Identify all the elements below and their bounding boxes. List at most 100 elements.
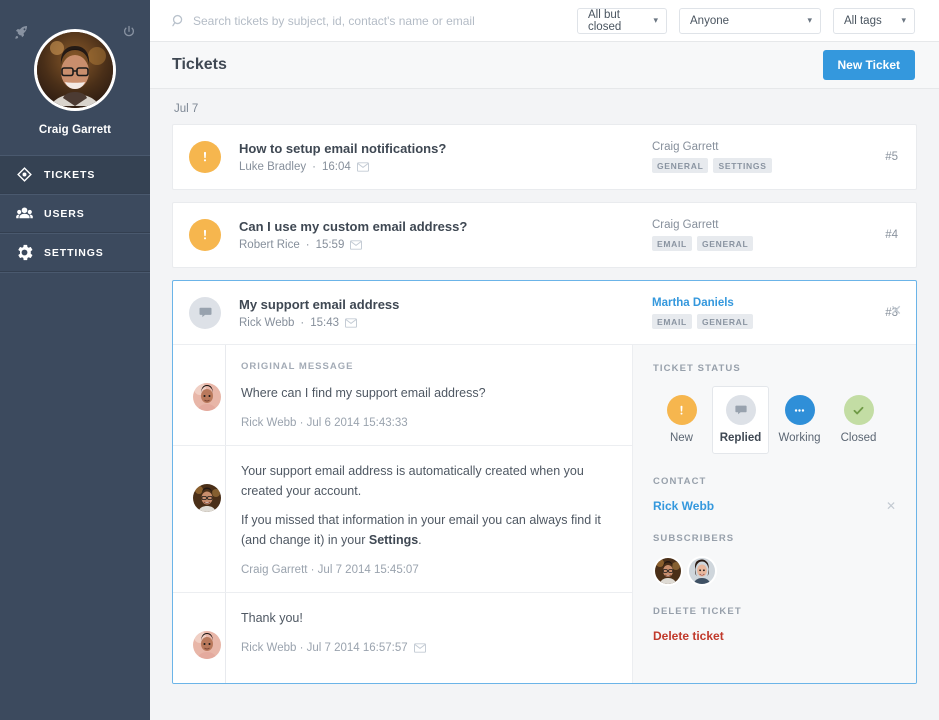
- ticket-main: How to setup email notifications? Luke B…: [239, 141, 652, 173]
- ellipsis-icon: [784, 395, 815, 425]
- ticket-assignee-cell: Craig Garrett EMAIL GENERAL: [652, 219, 852, 251]
- date-group-label: Jul 7: [174, 103, 199, 115]
- sidebar-item-users[interactable]: USERS: [0, 194, 150, 233]
- ticket-time: 15:59: [315, 239, 345, 251]
- ticket-author-time: Luke Bradley: [239, 161, 307, 173]
- ticket-subject[interactable]: How to setup email notifications?: [239, 141, 652, 156]
- status-filter-select[interactable]: All but closed ▾: [577, 7, 667, 34]
- status-option-closed[interactable]: Closed: [830, 386, 887, 454]
- status-option-working[interactable]: Working: [771, 386, 828, 454]
- ticket-main: Can I use my custom email address? Rober…: [239, 219, 652, 251]
- search-icon: [172, 14, 185, 27]
- page-title: Tickets: [172, 56, 227, 73]
- avatar[interactable]: [687, 556, 717, 586]
- table-row[interactable]: Can I use my custom email address? Rober…: [172, 202, 917, 268]
- close-icon[interactable]: ✕: [886, 499, 896, 513]
- list-item: Thank you! Rick Webb · Jul 7 2014 16:57:…: [173, 593, 632, 677]
- contact-label: CONTACT: [653, 476, 707, 487]
- ticket-time: 15:43: [310, 316, 340, 329]
- assignee-filter-value: Anyone: [690, 14, 730, 27]
- assignee-filter-select[interactable]: Anyone ▾: [679, 7, 821, 34]
- status-option-replied[interactable]: Replied: [712, 386, 769, 454]
- contact-section: CONTACT Rick Webb ✕: [653, 476, 896, 513]
- avatar[interactable]: [653, 556, 683, 586]
- ticket-assignee: Craig Garrett: [652, 141, 719, 153]
- tag[interactable]: GENERAL: [652, 158, 709, 173]
- speech-bubble-icon: [189, 296, 221, 329]
- sidebar: Craig Garrett TICKETS USERS SETTINGS: [0, 0, 150, 720]
- top-toolbar: All but closed ▾ Anyone ▾ All tags ▾: [150, 0, 939, 42]
- expanded-ticket-header[interactable]: My support email address Rick Webb · 15:…: [173, 281, 916, 345]
- exclamation-icon: [666, 395, 697, 425]
- delete-ticket-label: DELETE TICKET: [653, 606, 742, 617]
- ticket-assignee: Craig Garrett: [652, 219, 719, 231]
- ticket-time: 16:04: [321, 161, 351, 173]
- tag[interactable]: EMAIL: [652, 236, 692, 251]
- ticket-detail-panel: TICKET STATUS New Replied Working Closed…: [632, 345, 916, 683]
- tag[interactable]: EMAIL: [652, 313, 692, 329]
- gear-icon: [16, 244, 33, 261]
- search-box: [172, 13, 577, 28]
- envelope-icon: [345, 317, 357, 328]
- ticket-assignee[interactable]: Martha Daniels: [652, 297, 852, 309]
- settings-emphasis: Settings: [368, 532, 419, 547]
- ticket-main: My support email address Rick Webb · 15:…: [239, 297, 652, 329]
- ticket-author: Robert Rice: [239, 239, 300, 251]
- expanded-ticket-body: ORIGINAL MESSAGE Where can I find my sup…: [173, 345, 916, 683]
- sidebar-item-settings[interactable]: SETTINGS: [0, 233, 150, 272]
- status-option-new[interactable]: New: [653, 386, 710, 454]
- power-icon[interactable]: [121, 24, 137, 40]
- ticket-meta: Rick Webb · 15:43: [239, 317, 652, 329]
- check-icon: [843, 395, 874, 425]
- message-text-2: If you missed that information in your e…: [241, 511, 614, 550]
- rocket-icon[interactable]: [13, 24, 29, 40]
- new-ticket-button[interactable]: New Ticket: [822, 50, 915, 80]
- close-icon[interactable]: ✕: [890, 303, 902, 317]
- subscribers-section: SUBSCRIBERS: [653, 533, 896, 586]
- delete-ticket-button[interactable]: Delete ticket: [653, 629, 896, 643]
- ticket-assignee-cell: Martha Daniels EMAIL GENERAL: [652, 297, 852, 329]
- ticket-tags: GENERAL SETTINGS: [652, 158, 852, 173]
- filter-group: All but closed ▾ Anyone ▾ All tags ▾: [577, 7, 915, 34]
- ticket-subject[interactable]: My support email address: [239, 297, 652, 312]
- message-body: Your support email address is automatica…: [241, 462, 614, 576]
- rick-webb-avatar-image: [193, 630, 221, 659]
- app-root: Craig Garrett TICKETS USERS SETTINGS Sea…: [0, 0, 939, 720]
- chevron-down-icon: ▾: [807, 15, 812, 25]
- message-text: Where can I find my support email addres…: [241, 386, 486, 400]
- sidebar-item-tickets[interactable]: TICKETS: [0, 155, 150, 194]
- search-input[interactable]: [193, 13, 577, 28]
- message-author-date: Rick Webb · Jul 7 2014 16:57:57: [241, 642, 408, 655]
- message-label: ORIGINAL MESSAGE: [241, 361, 354, 372]
- status-label: Replied: [719, 432, 762, 444]
- avatar: [191, 381, 223, 413]
- ticket-subject[interactable]: Can I use my custom email address?: [239, 219, 652, 234]
- sidebar-filler: [0, 272, 150, 720]
- avatar: [191, 628, 223, 661]
- ticket-author: Rick Webb: [239, 316, 295, 329]
- message-avatar-column: [173, 361, 241, 429]
- message-body: ORIGINAL MESSAGE Where can I find my sup…: [241, 361, 614, 429]
- tag[interactable]: SETTINGS: [713, 158, 772, 173]
- sidebar-profile: Craig Garrett: [0, 0, 150, 155]
- meta-separator: ·: [305, 239, 310, 251]
- contact-row: Rick Webb ✕: [653, 499, 896, 513]
- avatar: [191, 482, 223, 515]
- speech-bubble-icon: [725, 395, 756, 425]
- table-row[interactable]: How to setup email notifications? Luke B…: [172, 124, 917, 190]
- envelope-icon: [413, 643, 426, 653]
- sidebar-item-label: SETTINGS: [44, 246, 104, 259]
- ticket-icon: [16, 166, 33, 183]
- tag[interactable]: GENERAL: [696, 313, 754, 329]
- tags-filter-select[interactable]: All tags ▾: [833, 7, 915, 34]
- meta-separator: ·: [312, 161, 316, 173]
- status-label: New: [669, 432, 693, 444]
- martha-daniels-avatar-image: [689, 558, 715, 584]
- contact-name[interactable]: Rick Webb: [653, 499, 714, 513]
- meta-separator: ·: [300, 316, 305, 329]
- message-text: Thank you!: [241, 610, 303, 625]
- main-area: All but closed ▾ Anyone ▾ All tags ▾ Tic…: [150, 0, 939, 720]
- tag[interactable]: GENERAL: [696, 236, 754, 251]
- ticket-status-label: TICKET STATUS: [653, 363, 741, 374]
- avatar[interactable]: [34, 29, 116, 111]
